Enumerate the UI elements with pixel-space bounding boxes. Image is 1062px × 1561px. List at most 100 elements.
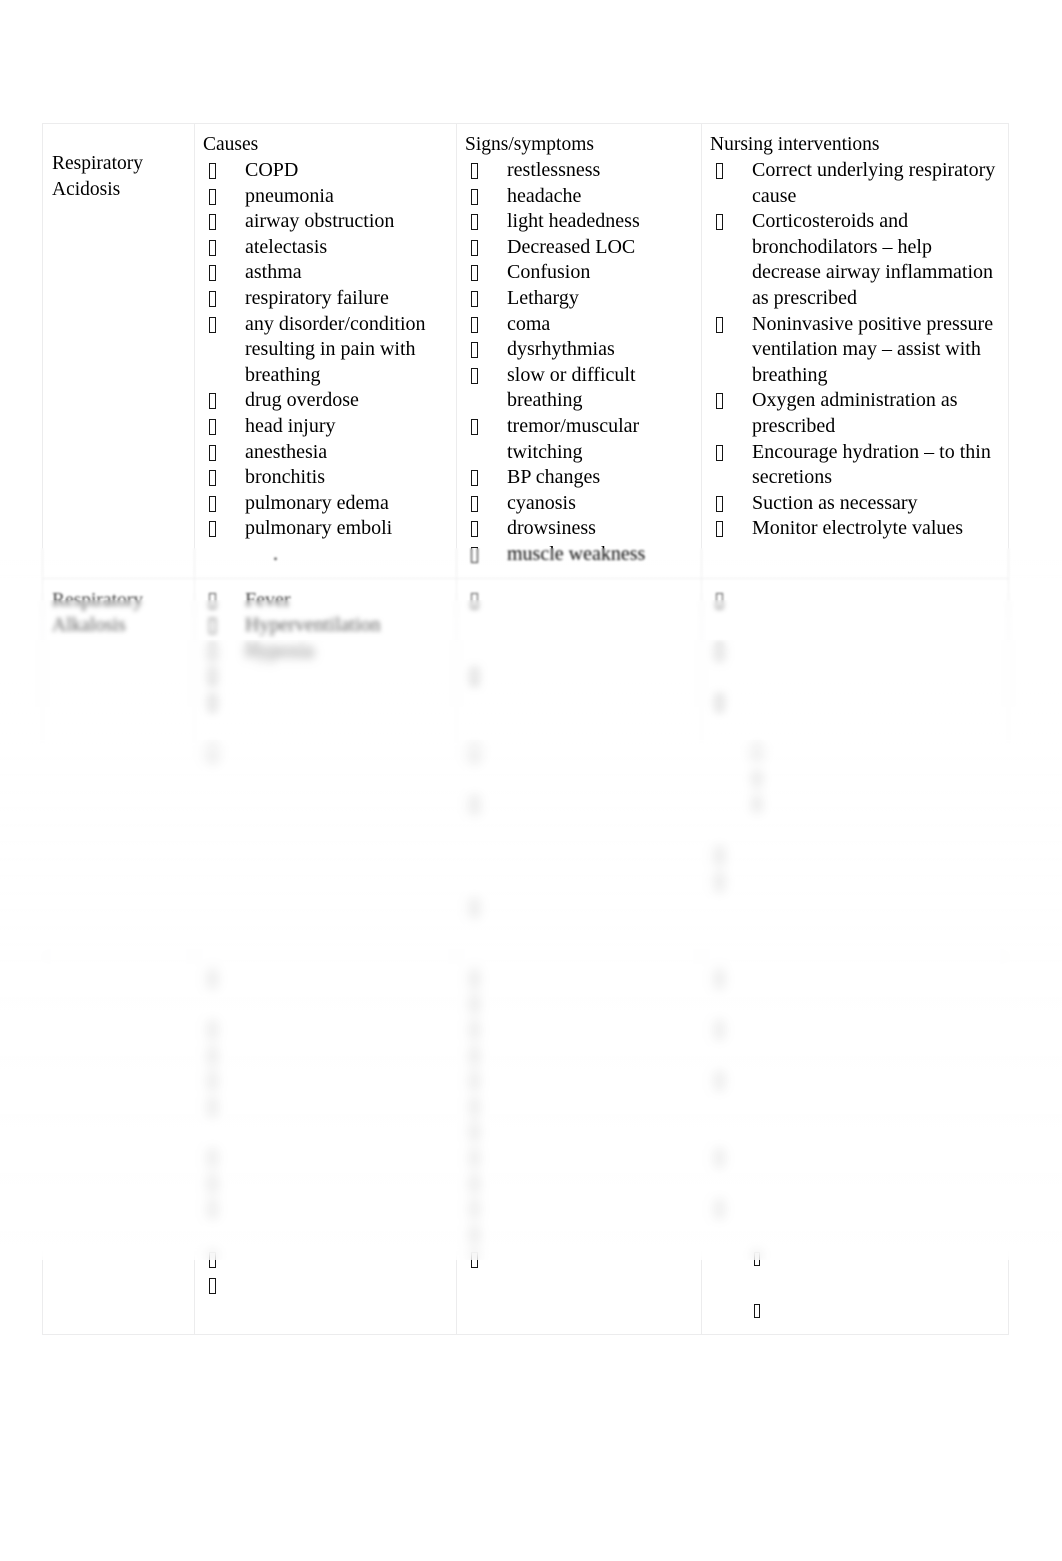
list-item-text: Hyperventilation: [245, 614, 381, 637]
row-label-line: [52, 966, 186, 992]
square-bullet-icon: [471, 746, 478, 763]
list-item: cyanosis: [465, 491, 693, 517]
square-bullet-icon: [716, 214, 723, 231]
square-bullet-icon: [471, 899, 478, 916]
list-item: [203, 1247, 448, 1273]
list-item-text: respiratory failure: [245, 286, 389, 309]
list-item-text: dysrhythmias: [507, 338, 615, 361]
list-item: [710, 1068, 1000, 1094]
list-item: [465, 1145, 693, 1171]
list-item-continuation: [710, 1094, 1000, 1120]
square-bullet-icon: [471, 239, 478, 256]
list-item-continuation: [465, 869, 693, 895]
list-item: Encourage hydration – to thin secretions: [710, 440, 1000, 491]
document-page: Respiratory Acidosis Causes COPD pneumon…: [0, 0, 1062, 1561]
square-bullet-icon: [209, 1073, 216, 1090]
list-item: [203, 1068, 448, 1094]
square-bullet-icon: [716, 521, 723, 538]
square-bullet-icon: [471, 546, 478, 563]
column-header-signs: Signs/symptoms: [465, 134, 594, 155]
square-bullet-icon: [471, 290, 478, 307]
list-item: [710, 690, 1000, 716]
list-item: [465, 991, 693, 1017]
list-item-text: asthma: [245, 261, 302, 284]
list-item-text: anesthesia: [245, 440, 328, 463]
list-item: [710, 1145, 1000, 1171]
list-item: [465, 1017, 693, 1043]
square-bullet-icon: [471, 669, 478, 686]
list-item: [710, 843, 1000, 869]
list-item-continuation: [465, 613, 693, 639]
square-bullet-icon: [471, 1073, 478, 1090]
list-item: [465, 588, 693, 614]
square-bullet-icon: [209, 316, 216, 333]
list-item: [465, 1119, 693, 1145]
signs-list-acidosis: restlessness headache light headedness D…: [465, 158, 693, 568]
square-bullet-icon: [716, 495, 723, 512]
list-item: atelectasis: [203, 235, 448, 261]
square-bullet-icon: [209, 1098, 216, 1115]
square-bullet-icon: [471, 163, 478, 179]
list-item-continuation: [203, 818, 448, 844]
list-item-continuation: [203, 715, 448, 741]
square-bullet-icon: [716, 970, 723, 987]
list-item-continuation: [710, 818, 1000, 844]
list-item: [465, 1171, 693, 1197]
square-bullet-icon: [754, 1303, 760, 1318]
square-bullet-icon: [209, 265, 216, 282]
list-item: [203, 1094, 448, 1120]
causes-list-third: [203, 966, 448, 1299]
square-bullet-icon: [209, 592, 216, 609]
list-item: drug overdose: [203, 388, 448, 414]
list-item-text: airway obstruction: [245, 210, 395, 233]
list-item: [203, 1145, 448, 1171]
list-item-text: Lethargy: [507, 286, 579, 309]
list-item: [465, 895, 693, 921]
list-item: [710, 869, 1000, 895]
square-bullet-icon: [471, 265, 478, 282]
row-label-cell-alkalosis: Respiratory Alkalosis: [42, 577, 195, 957]
square-bullet-icon: [754, 746, 760, 761]
list-item-text: any disorder/condition resulting in pain…: [245, 312, 426, 386]
list-item: Oxygen administration as prescribed: [710, 388, 1000, 439]
square-bullet-icon: [716, 444, 723, 461]
list-item-continuation: [203, 1119, 448, 1145]
list-item: [465, 1043, 693, 1069]
square-bullet-icon: [471, 592, 478, 609]
list-item: [710, 966, 1000, 992]
list-item: any disorder/condition resulting in pain…: [203, 312, 448, 389]
square-bullet-icon: [716, 848, 723, 865]
square-bullet-icon: [209, 1277, 216, 1294]
causes-cell-third: [194, 955, 457, 1336]
square-bullet-icon: [471, 970, 478, 987]
list-item-continuation: [465, 715, 693, 741]
list-item-text: Decreased LOC: [507, 235, 636, 258]
list-item: Suction as necessary: [710, 491, 1000, 517]
list-item: [203, 1196, 448, 1222]
list-item: tremor/muscular twitching: [465, 414, 693, 465]
list-item: [203, 1043, 448, 1069]
list-item: [465, 664, 693, 690]
list-item-text: drug overdose: [245, 389, 359, 412]
list-item: Hyperventilation: [203, 613, 448, 639]
square-bullet-icon: [471, 418, 478, 435]
list-item: drowsiness: [465, 516, 693, 542]
list-item-continuation: [465, 818, 693, 844]
square-bullet-icon: [471, 1201, 478, 1218]
interventions-cell-acidosis: Nursing interventions Correct underlying…: [701, 123, 1009, 579]
square-bullet-icon: [471, 316, 478, 333]
list-item: [203, 1273, 448, 1299]
square-bullet-icon: [716, 1201, 723, 1218]
list-item: Decreased LOC: [465, 235, 693, 261]
list-item: pulmonary edema: [203, 491, 448, 517]
list-item-text: tremor/muscular twitching: [507, 414, 640, 463]
list-item-continuation: [203, 792, 448, 818]
list-item: [203, 741, 448, 767]
causes-cell-alkalosis: Fever Hyperventilation Hypoxia: [194, 577, 457, 957]
list-item: Correct underlying respiratory cause: [710, 158, 1000, 209]
sub-list-item: [710, 1247, 1000, 1273]
list-item-text: slow or difficult breathing: [507, 363, 636, 412]
list-item-text: Correct underlying respiratory cause: [752, 159, 996, 207]
square-bullet-icon: [209, 214, 216, 231]
list-item: [203, 966, 448, 992]
